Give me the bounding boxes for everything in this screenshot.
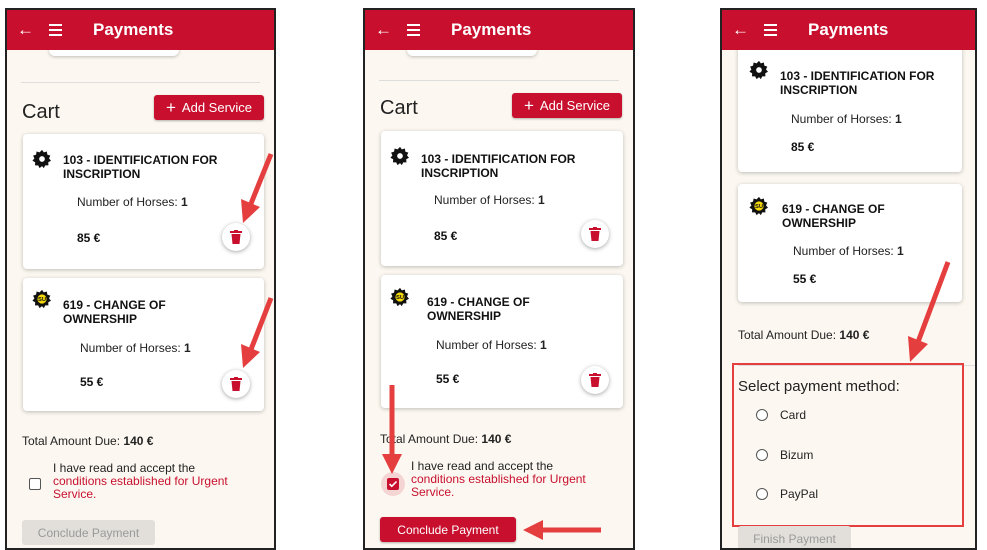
app-title: Payments	[808, 20, 889, 39]
app-bar: ← Payments	[722, 10, 975, 50]
back-arrow-icon[interactable]: ←	[17, 20, 41, 40]
app-bar: ← Payments	[365, 10, 633, 50]
phone-screen-2: ← Payments Cart + Add Service 103 - IDENT…	[363, 8, 635, 550]
app-title: Payments	[93, 20, 174, 39]
app-bar: ← Payments	[7, 10, 274, 50]
annotation-arrow-icon	[908, 261, 951, 362]
app-title: Payments	[451, 20, 532, 39]
phone-screen-3: ← Payments 103 - IDENTIFICATION FOR INSCR…	[720, 8, 977, 550]
back-arrow-icon[interactable]: ←	[732, 20, 756, 40]
hamburger-menu-icon[interactable]	[764, 20, 790, 40]
annotation-arrow-icon	[241, 153, 274, 368]
back-arrow-icon[interactable]: ←	[375, 20, 399, 40]
phone-screen-1: ← Payments Cart + Add Service 103 - IDENT…	[5, 8, 276, 550]
annotation-arrow-icon	[382, 385, 601, 540]
hamburger-menu-icon[interactable]	[49, 20, 75, 40]
hamburger-menu-icon[interactable]	[407, 20, 433, 40]
